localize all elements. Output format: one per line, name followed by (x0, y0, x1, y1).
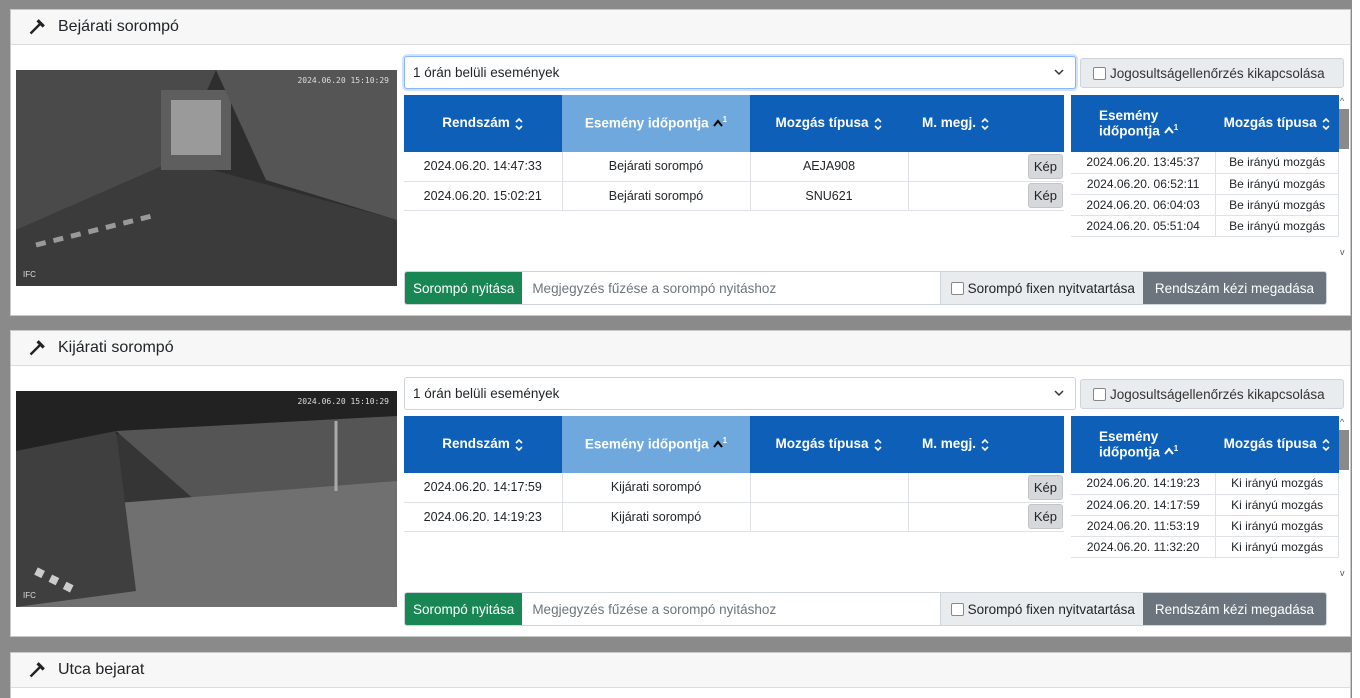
checkbox-icon (950, 602, 964, 616)
side-col-movement-type[interactable]: Mozgás típusa (1215, 95, 1339, 152)
camera-feed: 2024.06.20 15:10:29 IFC (16, 391, 397, 607)
auth-disable-label: Jogosultságellenőrzés kikapcsolása (1110, 65, 1325, 81)
sort-asc-icon (1163, 126, 1174, 135)
side-scrollbar[interactable]: ^ v (1338, 416, 1350, 579)
side-col-movement-type[interactable]: Mozgás típusa (1215, 416, 1339, 473)
auth-disable-checkbox[interactable]: Jogosultságellenőrzés kikapcsolása (1080, 379, 1344, 409)
list-item: 2024.06.20. 13:45:37 Be irányú mozgás (1071, 152, 1339, 174)
chevron-down-icon (1054, 390, 1064, 397)
side-col-event-time[interactable]: Esemény időpontja 1 (1071, 416, 1216, 473)
col-header-event-time[interactable]: Esemény időpontja 1 (562, 95, 750, 152)
gate-panel-exit: Kijárati sorompó 2024.06.20 15:10:29 IFC… (10, 330, 1351, 637)
sort-icon (873, 117, 882, 130)
table-row: 2024.06.20. 14:17:59 Kijárati sorompó Ké… (404, 473, 1064, 503)
scroll-up-icon[interactable]: ^ (1340, 417, 1344, 427)
panel-title: Utca bejarat (58, 661, 145, 678)
auth-disable-label: Jogosultságellenőrzés kikapcsolása (1110, 386, 1325, 402)
time-filter-select[interactable]: 1 órán belüli események (404, 56, 1076, 89)
camera-timestamp: 2024.06.20 15:10:29 (297, 397, 389, 406)
events-table: Rendszám Esemény időpontja 1 Mozgás típus… (404, 416, 1064, 532)
recent-movements-list: Esemény időpontja 1 Mozgás típusa 2024.06… (1071, 95, 1339, 258)
list-item: 2024.06.20. 11:53:19 Ki irányú mozgás (1071, 515, 1339, 537)
list-item: 2024.06.20. 05:51:04 Be irányú mozgás (1071, 215, 1339, 237)
open-gate-button[interactable]: Sorompó nyitása (405, 593, 523, 625)
side-col-event-time[interactable]: Esemény időpontja 1 (1071, 95, 1216, 152)
sort-asc-icon (1163, 447, 1174, 456)
sort-icon (515, 117, 523, 130)
open-gate-button[interactable]: Sorompó nyitása (405, 272, 523, 304)
gate-actions: Sorompó nyitása Megjegyzés fűzése a soro… (404, 271, 1327, 305)
gate-panel-street: Utca bejarat (10, 652, 1351, 698)
gate-actions: Sorompó nyitása Megjegyzés fűzése a soro… (404, 592, 1327, 626)
gate-panel-entry: Bejárati sorompó 2024.06.20 15:10:29 IFC… (10, 9, 1351, 316)
keep-open-checkbox[interactable]: Sorompó fixen nyitvatartása (939, 272, 1143, 304)
list-item: 2024.06.20. 14:19:23 Ki irányú mozgás (1071, 473, 1339, 495)
camera-label: IFC (23, 270, 36, 279)
sort-icon (981, 438, 989, 451)
panel-title: Bejárati sorompó (58, 18, 179, 35)
sort-icon (1322, 117, 1330, 130)
col-header-plate[interactable]: Rendszám (404, 95, 562, 152)
time-filter-select[interactable]: 1 órán belüli események (404, 377, 1076, 410)
image-button[interactable]: Kép (1027, 474, 1063, 500)
events-table: Rendszám Esemény időpontja 1 Mozgás típus… (404, 95, 1064, 211)
keep-open-checkbox[interactable]: Sorompó fixen nyitvatartása (939, 593, 1143, 625)
hammer-icon (29, 662, 45, 678)
panel-header: Bejárati sorompó (11, 10, 1350, 45)
col-header-note[interactable]: M. megj. (908, 95, 1064, 152)
image-button[interactable]: Kép (1027, 504, 1063, 529)
page-edge (1352, 0, 1360, 698)
list-item: 2024.06.20. 14:17:59 Ki irányú mozgás (1071, 494, 1339, 516)
sort-icon (981, 117, 989, 130)
manual-plate-button[interactable]: Rendszám kézi megadása (1142, 593, 1326, 625)
col-header-note[interactable]: M. megj. (908, 416, 1064, 473)
panel-title: Kijárati sorompó (58, 339, 174, 356)
table-row: 2024.06.20. 14:19:23 Kijárati sorompó Ké… (404, 502, 1064, 532)
list-item: 2024.06.20. 11:32:20 Ki irányú mozgás (1071, 536, 1339, 558)
table-row: 2024.06.20. 14:47:33 Bejárati sorompó AE… (404, 152, 1064, 182)
time-filter-value: 1 órán belüli események (413, 65, 560, 80)
scroll-thumb[interactable] (1339, 430, 1349, 470)
recent-movements-list: Esemény időpontja 1 Mozgás típusa 2024.06… (1071, 416, 1339, 579)
manual-plate-button[interactable]: Rendszám kézi megadása (1142, 272, 1326, 304)
keep-open-label: Sorompó fixen nyitvatartása (967, 280, 1135, 296)
scroll-thumb[interactable] (1339, 109, 1349, 149)
chevron-down-icon (1054, 69, 1064, 76)
hammer-icon (29, 340, 45, 356)
camera-feed: 2024.06.20 15:10:29 IFC (16, 70, 397, 286)
sort-asc-icon (712, 440, 723, 448)
panel-header: Kijárati sorompó (11, 331, 1350, 366)
checkbox-icon (950, 281, 964, 295)
image-button[interactable]: Kép (1027, 183, 1063, 208)
open-note-input[interactable]: Megjegyzés fűzése a sorompó nyitáshoz (522, 272, 939, 304)
col-header-event-time[interactable]: Esemény időpontja 1 (562, 416, 750, 473)
scroll-down-icon[interactable]: v (1340, 247, 1345, 257)
col-header-movement-type[interactable]: Mozgás típusa (750, 416, 908, 473)
checkbox-icon (1093, 387, 1106, 401)
list-item: 2024.06.20. 06:04:03 Be irányú mozgás (1071, 194, 1339, 216)
scroll-up-icon[interactable]: ^ (1340, 96, 1344, 106)
open-note-input[interactable]: Megjegyzés fűzése a sorompó nyitáshoz (522, 593, 939, 625)
col-header-movement-type[interactable]: Mozgás típusa (750, 95, 908, 152)
sort-asc-icon (712, 119, 723, 127)
panel-header: Utca bejarat (11, 653, 1350, 688)
time-filter-value: 1 órán belüli események (413, 386, 560, 401)
scroll-down-icon[interactable]: v (1340, 568, 1345, 578)
hammer-icon (29, 19, 45, 35)
image-button[interactable]: Kép (1027, 153, 1063, 179)
camera-timestamp: 2024.06.20 15:10:29 (297, 76, 389, 85)
table-row: 2024.06.20. 15:02:21 Bejárati sorompó SN… (404, 181, 1064, 211)
keep-open-label: Sorompó fixen nyitvatartása (967, 601, 1135, 617)
sort-icon (1322, 438, 1330, 451)
side-scrollbar[interactable]: ^ v (1338, 95, 1350, 258)
col-header-plate[interactable]: Rendszám (404, 416, 562, 473)
checkbox-icon (1093, 66, 1106, 80)
camera-label: IFC (23, 591, 36, 600)
sort-icon (515, 438, 523, 451)
list-item: 2024.06.20. 06:52:11 Be irányú mozgás (1071, 173, 1339, 195)
sort-icon (873, 438, 882, 451)
auth-disable-checkbox[interactable]: Jogosultságellenőrzés kikapcsolása (1080, 58, 1344, 88)
